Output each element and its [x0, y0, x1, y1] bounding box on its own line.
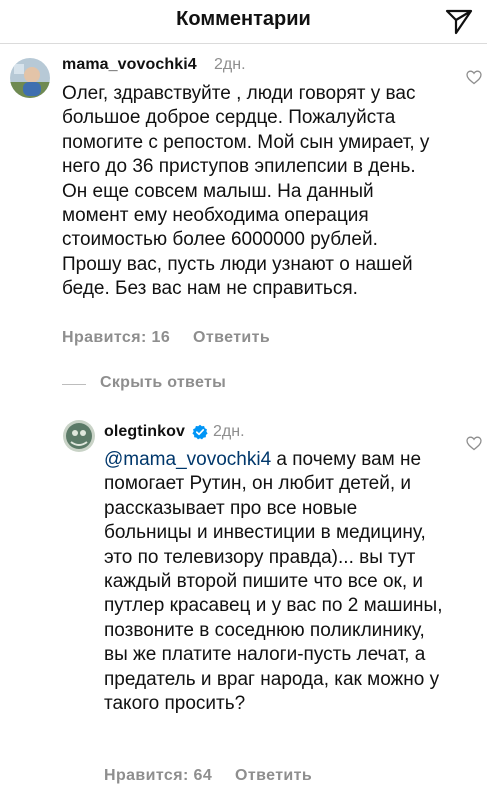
likes-count[interactable]: Нравится: 16 [62, 329, 170, 346]
comment-username[interactable]: mama_vovochki4 [62, 56, 197, 74]
reply-time: 2дн. [213, 423, 245, 440]
reply-actions: Нравится: 64 Ответить [104, 767, 312, 785]
comment-actions: Нравится: 16 Ответить [62, 329, 270, 347]
avatar-photo [63, 420, 95, 452]
reply-text: @mama_vovochki4 а почему вам не помогает… [104, 448, 446, 716]
likes-count[interactable]: Нравится: 64 [104, 767, 212, 784]
verified-badge-icon [192, 424, 208, 440]
page-title: Комментарии [176, 8, 311, 30]
heart-outline-icon[interactable] [466, 70, 482, 85]
reply-button[interactable]: Ответить [235, 767, 312, 784]
reply-avatar[interactable] [63, 420, 95, 452]
reply-button[interactable]: Ответить [193, 329, 270, 346]
avatar[interactable] [10, 58, 50, 98]
comment-time: 2дн. [214, 56, 246, 73]
reply-username[interactable]: olegtinkov [104, 423, 185, 441]
avatar-photo [10, 58, 50, 98]
comment-text: Олег, здравствуйте , люди говорят у вас … [62, 83, 430, 300]
header: Комментарии [0, 0, 487, 44]
send-icon[interactable] [445, 9, 473, 35]
replies-divider-line [62, 384, 86, 385]
reply-body: а почему вам не помогает Рутин, он любит… [104, 449, 443, 715]
header-divider [0, 43, 487, 44]
heart-outline-icon[interactable] [466, 436, 482, 451]
mention-link[interactable]: @mama_vovochki4 [104, 449, 271, 470]
hide-replies-button[interactable]: Скрыть ответы [100, 374, 226, 392]
